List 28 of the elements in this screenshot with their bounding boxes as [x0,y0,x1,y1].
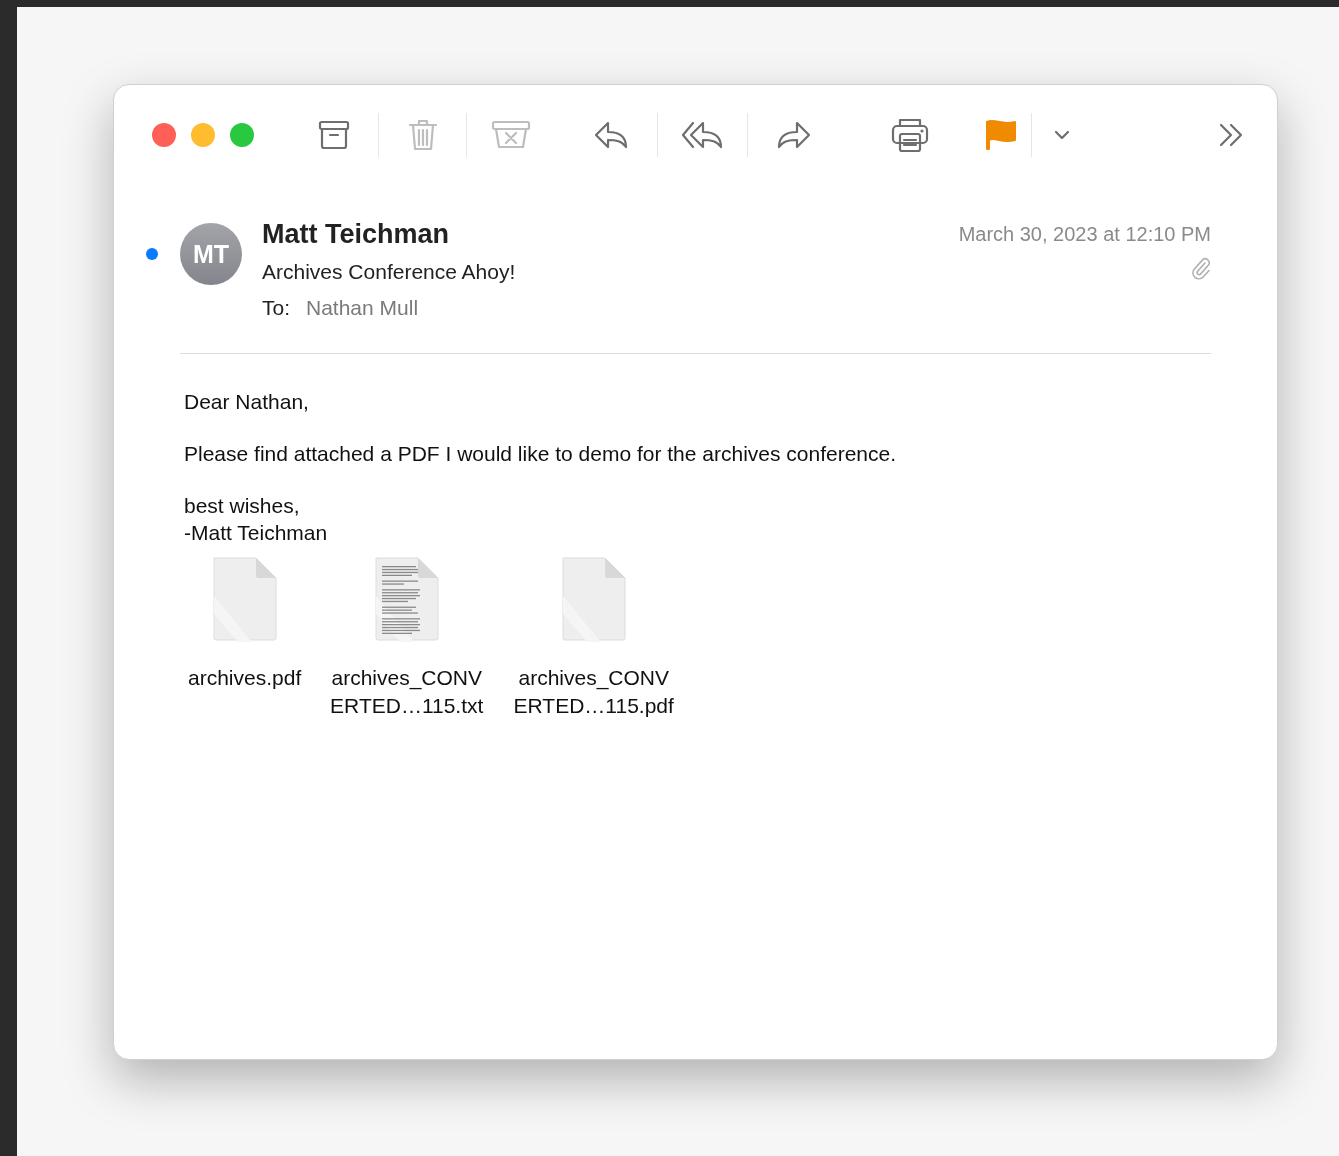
body-paragraph: Please find attached a PDF I would like to demo for the archives conference. [184,441,898,467]
attachment-name[interactable]: archives.pdf [188,664,302,692]
double-chevron-icon [1218,123,1244,147]
subject: Archives Conference Ahoy! [262,260,517,284]
attachment-name[interactable]: archives_CONVERTED…115.txt [325,664,489,720]
document-icon [560,556,627,642]
sender-name: Matt Teichman [262,219,451,250]
avatar-initials: MT [192,239,230,269]
paperclip-icon [1191,256,1211,280]
reply-all-icon [680,120,725,150]
document-icon [211,556,278,642]
chevron-down-icon [1053,130,1070,140]
body-paragraph: best wishes, -Matt Teichman [184,493,329,546]
recipient-label: To: [262,296,290,320]
recipient-name: Nathan Mull [306,296,419,320]
print-icon [891,117,929,153]
message-date: March 30, 2023 at 12:10 PM [958,223,1211,246]
trash-icon [407,118,438,152]
minimize-button[interactable] [191,123,215,147]
attachment-name[interactable]: archives_CONVERTED…115.pdf [512,664,676,720]
junk-icon [490,120,531,150]
flag-icon [985,119,1017,151]
body-paragraph: Dear Nathan, [184,389,310,415]
text-document-icon [373,556,440,642]
zoom-button[interactable] [230,123,254,147]
close-button[interactable] [152,123,176,147]
archive-icon [318,120,350,150]
reply-icon [594,120,630,150]
